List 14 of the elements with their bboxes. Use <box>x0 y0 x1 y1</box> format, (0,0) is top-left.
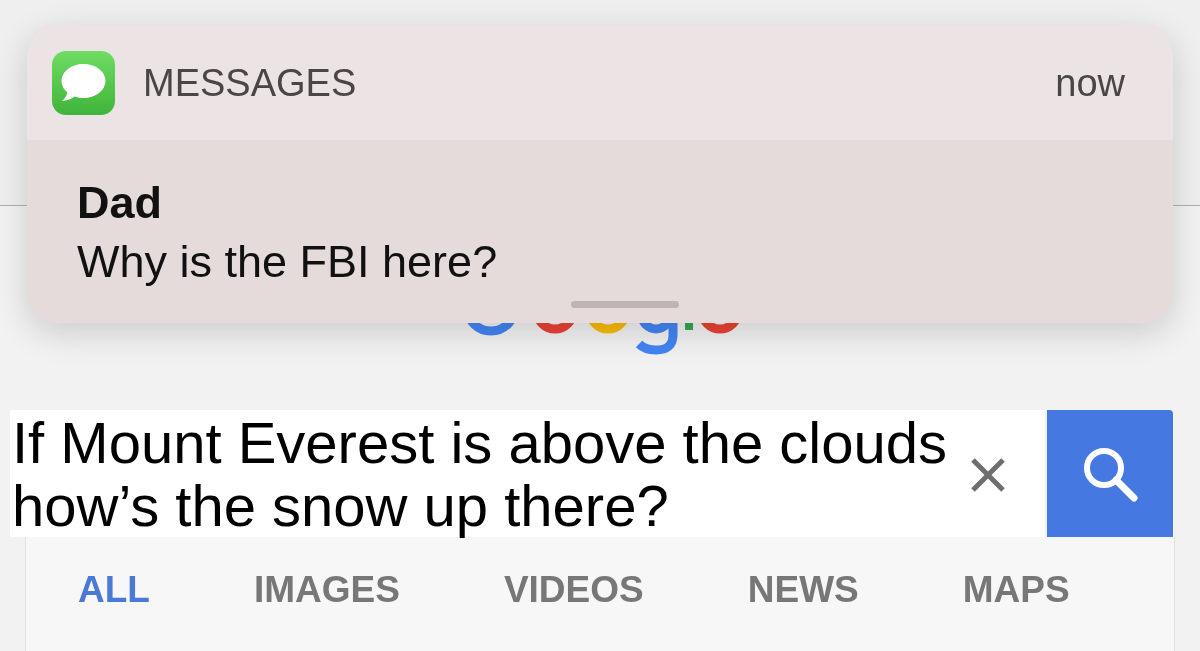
search-tab[interactable]: IMAGES <box>253 568 400 612</box>
close-icon <box>970 456 1006 493</box>
grabber-handle[interactable] <box>571 301 679 308</box>
search-tab[interactable]: VIDEOS <box>503 568 644 612</box>
search-tab[interactable]: NEWS <box>747 568 859 612</box>
search-tab[interactable]: ALL <box>78 568 150 612</box>
message-text: Why is the FBI here? <box>77 235 498 289</box>
app-name: MESSAGES <box>143 60 357 106</box>
sender-name: Dad <box>77 176 162 230</box>
notification-card[interactable]: MESSAGES now Dad Why is the FBI here? <box>27 25 1173 323</box>
notification-time: now <box>1055 60 1125 106</box>
search-button[interactable] <box>1047 410 1173 537</box>
search-tab[interactable]: MAPS <box>962 568 1070 612</box>
message-bubble-icon <box>52 50 115 115</box>
